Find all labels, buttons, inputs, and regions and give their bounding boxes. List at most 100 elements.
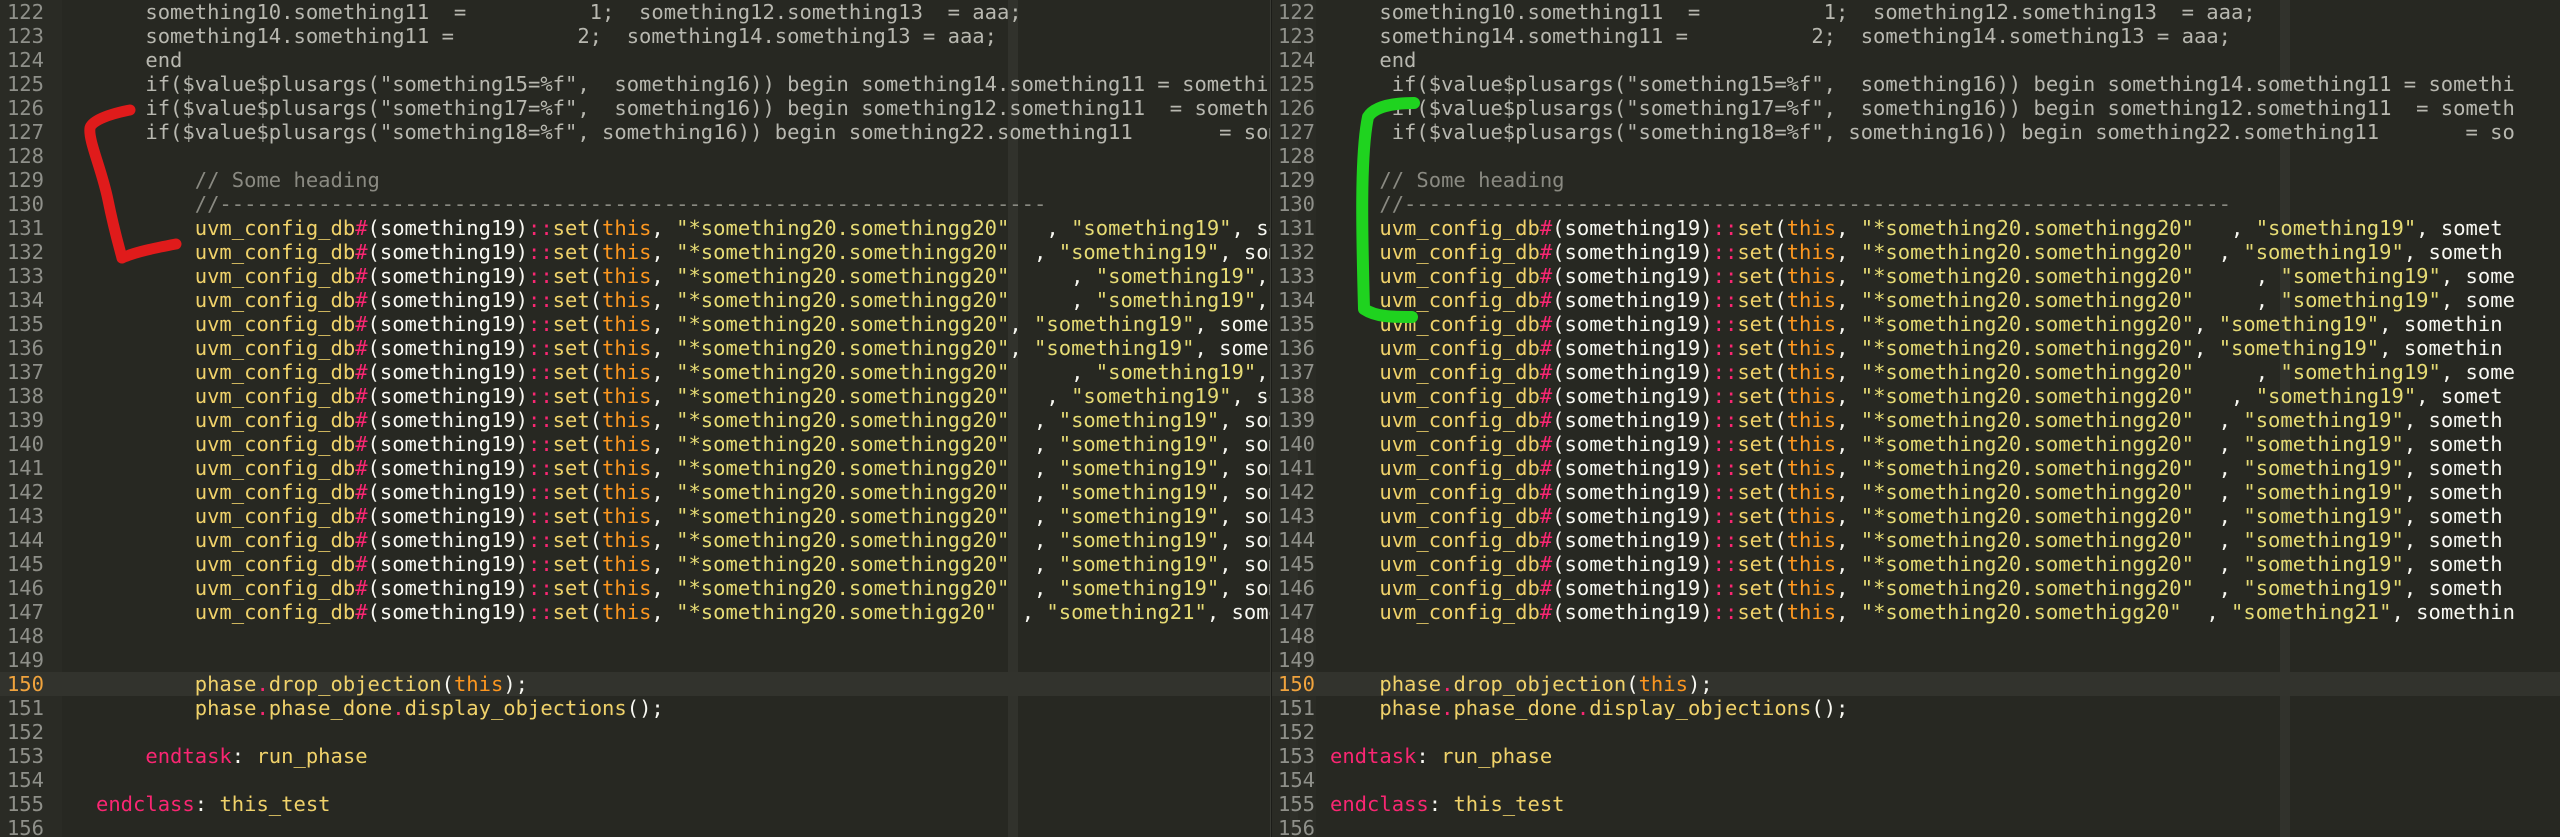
code-text[interactable]: uvm_config_db#(something19)::set(this, "…: [96, 360, 1272, 384]
code-line[interactable]: 130 //----------------------------------…: [0, 192, 1272, 216]
code-line[interactable]: 126 if($value$plusargs("something17=%f",…: [1272, 96, 2560, 120]
code-text[interactable]: if($value$plusargs("something18=%f", som…: [1330, 120, 2515, 144]
code-line[interactable]: 142 uvm_config_db#(something19)::set(thi…: [0, 480, 1272, 504]
code-line[interactable]: 140 uvm_config_db#(something19)::set(thi…: [1272, 432, 2560, 456]
code-line[interactable]: 134 uvm_config_db#(something19)::set(thi…: [0, 288, 1272, 312]
code-text[interactable]: phase.drop_objection(this);: [96, 672, 528, 696]
code-line[interactable]: 135 uvm_config_db#(something19)::set(thi…: [1272, 312, 2560, 336]
code-line[interactable]: 152: [0, 720, 1272, 744]
code-line[interactable]: 147 uvm_config_db#(something19)::set(thi…: [0, 600, 1272, 624]
code-line[interactable]: 138 uvm_config_db#(something19)::set(thi…: [0, 384, 1272, 408]
code-text[interactable]: uvm_config_db#(something19)::set(this, "…: [96, 264, 1272, 288]
code-line[interactable]: 125 if($value$plusargs("something15=%f",…: [1272, 72, 2560, 96]
code-text[interactable]: phase.phase_done.display_objections();: [1330, 696, 1848, 720]
code-text[interactable]: //--------------------------------------…: [96, 192, 1047, 216]
code-line[interactable]: 123 something14.something11 = 2; somethi…: [1272, 24, 2560, 48]
code-line[interactable]: 148: [1272, 624, 2560, 648]
code-line[interactable]: 154: [0, 768, 1272, 792]
code-line[interactable]: 152: [1272, 720, 2560, 744]
code-text[interactable]: if($value$plusargs("something15=%f", som…: [1330, 72, 2515, 96]
code-line[interactable]: 137 uvm_config_db#(something19)::set(thi…: [0, 360, 1272, 384]
code-text[interactable]: if($value$plusargs("something17=%f", som…: [1330, 96, 2515, 120]
code-line[interactable]: 150 phase.drop_objection(this);: [1272, 672, 2560, 696]
code-text[interactable]: uvm_config_db#(something19)::set(this, "…: [1330, 360, 2515, 384]
code-line[interactable]: 146 uvm_config_db#(something19)::set(thi…: [1272, 576, 2560, 600]
code-text[interactable]: end: [1330, 48, 1416, 72]
code-text[interactable]: something14.something11 = 2; something14…: [1330, 24, 2231, 48]
code-text[interactable]: uvm_config_db#(something19)::set(this, "…: [96, 216, 1272, 240]
code-text[interactable]: uvm_config_db#(something19)::set(this, "…: [1330, 432, 2502, 456]
code-text[interactable]: // Some heading: [96, 168, 380, 192]
code-line[interactable]: 154: [1272, 768, 2560, 792]
code-text[interactable]: //--------------------------------------…: [1330, 192, 2231, 216]
code-line[interactable]: 136 uvm_config_db#(something19)::set(thi…: [1272, 336, 2560, 360]
code-line[interactable]: 133 uvm_config_db#(something19)::set(thi…: [1272, 264, 2560, 288]
code-text[interactable]: phase.drop_objection(this);: [1330, 672, 1712, 696]
code-line[interactable]: 153 endtask: run_phase: [1272, 744, 2560, 768]
code-line[interactable]: 155 endclass: this_test: [0, 792, 1272, 816]
code-text[interactable]: uvm_config_db#(something19)::set(this, "…: [1330, 288, 2515, 312]
code-line[interactable]: 139 uvm_config_db#(something19)::set(thi…: [0, 408, 1272, 432]
right-code-lines[interactable]: 122 something10.something11 = 1; somethi…: [1272, 0, 2560, 837]
code-line[interactable]: 137 uvm_config_db#(something19)::set(thi…: [1272, 360, 2560, 384]
code-line[interactable]: 129 // Some heading: [0, 168, 1272, 192]
code-text[interactable]: uvm_config_db#(something19)::set(this, "…: [96, 288, 1272, 312]
code-text[interactable]: uvm_config_db#(something19)::set(this, "…: [96, 600, 1272, 624]
code-text[interactable]: uvm_config_db#(something19)::set(this, "…: [1330, 456, 2502, 480]
right-editor-pane[interactable]: 122 something10.something11 = 1; somethi…: [1272, 0, 2560, 837]
code-text[interactable]: something10.something11 = 1; something12…: [96, 0, 1021, 24]
code-line[interactable]: 128: [1272, 144, 2560, 168]
code-text[interactable]: uvm_config_db#(something19)::set(this, "…: [96, 456, 1272, 480]
code-line[interactable]: 125 if($value$plusargs("something15=%f",…: [0, 72, 1272, 96]
code-line[interactable]: 134 uvm_config_db#(something19)::set(thi…: [1272, 288, 2560, 312]
code-line[interactable]: 122 something10.something11 = 1; somethi…: [1272, 0, 2560, 24]
code-text[interactable]: uvm_config_db#(something19)::set(this, "…: [96, 336, 1272, 360]
code-line[interactable]: 144 uvm_config_db#(something19)::set(thi…: [1272, 528, 2560, 552]
code-line[interactable]: 141 uvm_config_db#(something19)::set(thi…: [0, 456, 1272, 480]
code-text[interactable]: uvm_config_db#(something19)::set(this, "…: [1330, 384, 2502, 408]
code-line[interactable]: 142 uvm_config_db#(something19)::set(thi…: [1272, 480, 2560, 504]
code-line[interactable]: 138 uvm_config_db#(something19)::set(thi…: [1272, 384, 2560, 408]
code-text[interactable]: endclass: this_test: [1330, 792, 1565, 816]
code-text[interactable]: something14.something11 = 2; something14…: [96, 24, 997, 48]
code-line[interactable]: 146 uvm_config_db#(something19)::set(thi…: [0, 576, 1272, 600]
code-line[interactable]: 130 //----------------------------------…: [1272, 192, 2560, 216]
code-text[interactable]: uvm_config_db#(something19)::set(this, "…: [1330, 336, 2502, 360]
code-line[interactable]: 129 // Some heading: [1272, 168, 2560, 192]
code-text[interactable]: endtask: run_phase: [96, 744, 367, 768]
code-text[interactable]: uvm_config_db#(something19)::set(this, "…: [96, 576, 1272, 600]
code-line[interactable]: 127 if($value$plusargs("something18=%f",…: [1272, 120, 2560, 144]
code-line[interactable]: 149: [0, 648, 1272, 672]
code-line[interactable]: 145 uvm_config_db#(something19)::set(thi…: [1272, 552, 2560, 576]
code-text[interactable]: uvm_config_db#(something19)::set(this, "…: [96, 480, 1272, 504]
code-line[interactable]: 143 uvm_config_db#(something19)::set(thi…: [1272, 504, 2560, 528]
code-text[interactable]: uvm_config_db#(something19)::set(this, "…: [96, 552, 1272, 576]
code-line[interactable]: 133 uvm_config_db#(something19)::set(thi…: [0, 264, 1272, 288]
code-text[interactable]: endtask: run_phase: [1330, 744, 1552, 768]
code-text[interactable]: uvm_config_db#(something19)::set(this, "…: [1330, 552, 2502, 576]
code-text[interactable]: // Some heading: [1330, 168, 1564, 192]
code-line[interactable]: 147 uvm_config_db#(something19)::set(thi…: [1272, 600, 2560, 624]
code-text[interactable]: uvm_config_db#(something19)::set(this, "…: [96, 240, 1272, 264]
code-text[interactable]: uvm_config_db#(something19)::set(this, "…: [1330, 264, 2515, 288]
code-text[interactable]: uvm_config_db#(something19)::set(this, "…: [1330, 216, 2502, 240]
code-text[interactable]: uvm_config_db#(something19)::set(this, "…: [96, 528, 1272, 552]
code-line[interactable]: 156: [1272, 816, 2560, 837]
code-text[interactable]: uvm_config_db#(something19)::set(this, "…: [1330, 312, 2502, 336]
code-line[interactable]: 139 uvm_config_db#(something19)::set(thi…: [1272, 408, 2560, 432]
code-text[interactable]: phase.phase_done.display_objections();: [96, 696, 664, 720]
code-line[interactable]: 150 phase.drop_objection(this);: [0, 672, 1272, 696]
code-text[interactable]: if($value$plusargs("something15=%f", som…: [96, 72, 1272, 96]
code-line[interactable]: 145 uvm_config_db#(something19)::set(thi…: [0, 552, 1272, 576]
code-line[interactable]: 156: [0, 816, 1272, 837]
code-line[interactable]: 144 uvm_config_db#(something19)::set(thi…: [0, 528, 1272, 552]
code-text[interactable]: uvm_config_db#(something19)::set(this, "…: [1330, 504, 2502, 528]
code-line[interactable]: 124 end: [1272, 48, 2560, 72]
code-text[interactable]: uvm_config_db#(something19)::set(this, "…: [96, 384, 1272, 408]
code-line[interactable]: 148: [0, 624, 1272, 648]
code-line[interactable]: 127 if($value$plusargs("something18=%f",…: [0, 120, 1272, 144]
code-line[interactable]: 122 something10.something11 = 1; somethi…: [0, 0, 1272, 24]
code-line[interactable]: 126 if($value$plusargs("something17=%f",…: [0, 96, 1272, 120]
code-line[interactable]: 131 uvm_config_db#(something19)::set(thi…: [0, 216, 1272, 240]
left-editor-pane[interactable]: 122 something10.something11 = 1; somethi…: [0, 0, 1272, 837]
